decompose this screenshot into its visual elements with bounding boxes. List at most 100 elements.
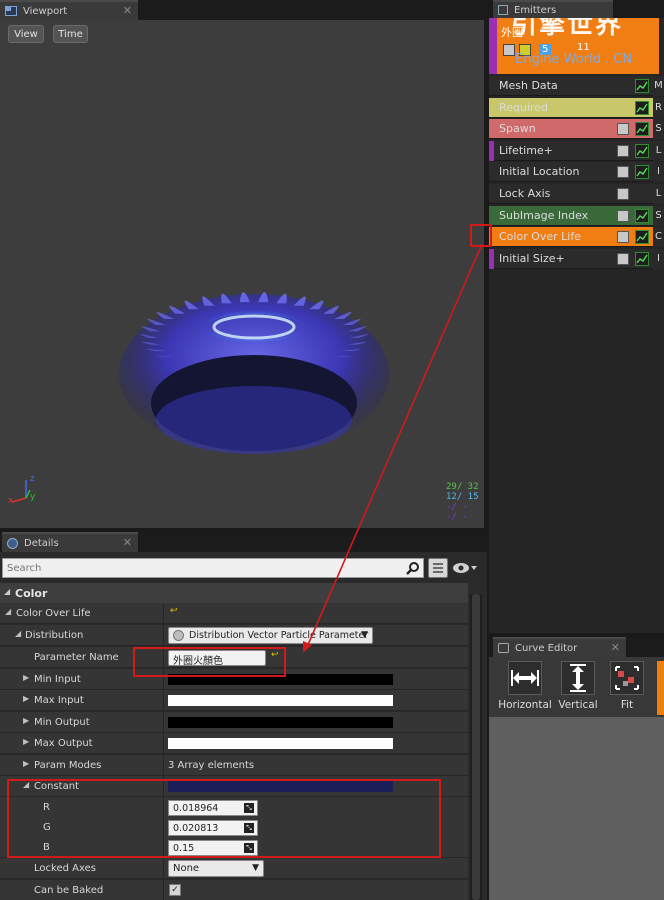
module-row[interactable]: Initial Location I	[489, 162, 664, 183]
module-side-label: L	[653, 184, 664, 204]
module-row[interactable]: Spawn S	[489, 119, 664, 140]
module-enable-checkbox[interactable]	[617, 123, 629, 136]
module-row[interactable]: Required R	[489, 97, 664, 118]
column-divider	[163, 603, 164, 624]
curve-editor-tab-label: Curve Editor	[515, 642, 578, 654]
expand-arrow-icon: ▶	[23, 759, 30, 768]
curve-graph-icon[interactable]	[635, 143, 649, 158]
category-color-header[interactable]: ◢ Color	[0, 583, 468, 603]
module-enable-checkbox[interactable]	[617, 166, 629, 179]
param-modes-label: Param Modes	[34, 760, 102, 771]
module-side-label: C	[653, 227, 664, 248]
module-row[interactable]: Lock Axis L	[489, 184, 664, 204]
search-input[interactable]	[3, 559, 423, 577]
row-max-input[interactable]: ▶ Max Input	[0, 690, 468, 711]
module-label: Spawn	[499, 122, 536, 136]
color-over-life-label: Color Over Life	[16, 608, 91, 619]
module-enable-checkbox[interactable]	[617, 209, 629, 222]
curve-graph-icon[interactable]	[635, 100, 649, 115]
curve-graph-icon[interactable]	[635, 165, 649, 180]
emitter-enable-checkbox[interactable]	[503, 44, 515, 56]
module-enable-checkbox[interactable]	[617, 231, 629, 244]
row-min-output[interactable]: ▶ Min Output	[0, 712, 468, 733]
fit-button[interactable]: Fit	[607, 661, 647, 715]
max-output-color-swatch[interactable]	[168, 738, 393, 749]
reset-to-default-icon[interactable]: ↩	[170, 606, 178, 616]
module-row[interactable]: Color Over Life C	[489, 227, 664, 248]
row-color-over-life[interactable]: ◢ Color Over Life ↩	[0, 603, 468, 624]
vertical-fit-button[interactable]: Vertical	[557, 661, 599, 715]
details-scrollbar[interactable]	[470, 594, 482, 900]
row-locked-axes[interactable]: Locked Axes None ▼	[0, 858, 468, 879]
search-icon[interactable]	[406, 561, 420, 575]
expand-arrow-icon: ▶	[23, 737, 30, 746]
curve-graph-icon[interactable]	[635, 79, 649, 93]
fit-label: Fit	[620, 699, 634, 711]
row-max-output[interactable]: ▶ Max Output	[0, 733, 468, 754]
row-param-modes[interactable]: ▶ Param Modes 3 Array elements	[0, 755, 468, 776]
can-be-baked-checkbox[interactable]: ✓	[169, 884, 181, 896]
curve-editor-toolbar: Horizontal Vertical Fit	[489, 657, 664, 717]
vertical-label: Vertical	[558, 699, 598, 711]
scrollbar-thumb[interactable]	[472, 594, 480, 900]
tab-curve-editor[interactable]: Curve Editor ✕	[493, 637, 626, 657]
module-row[interactable]: Mesh Data M	[489, 76, 664, 96]
curve-graph-area[interactable]	[489, 717, 664, 900]
emitters-tab-bar: Emitters	[489, 0, 664, 18]
time-button[interactable]: Time	[53, 25, 88, 43]
module-label: Required	[499, 100, 548, 114]
curve-graph-icon[interactable]	[635, 122, 649, 137]
view-button-label: View	[14, 28, 38, 40]
watermark-subtitle: Engine World . CN	[515, 52, 633, 67]
visibility-eye-icon[interactable]	[452, 560, 478, 576]
locked-axes-dropdown[interactable]: None ▼	[168, 860, 264, 877]
curve-graph-icon[interactable]	[635, 208, 649, 223]
distribution-type-icon	[173, 630, 184, 641]
column-divider	[163, 858, 164, 879]
column-divider	[163, 733, 164, 754]
watermark-title: 引擎世界	[511, 18, 624, 40]
module-enable-checkbox[interactable]	[617, 252, 629, 265]
view-button[interactable]: View	[8, 25, 44, 43]
module-color-strip	[489, 248, 494, 269]
axis-z-label: z	[30, 474, 35, 484]
tab-emitters[interactable]: Emitters	[493, 0, 613, 18]
row-can-be-baked[interactable]: Can be Baked ✓	[0, 880, 468, 900]
viewport-canvas[interactable]: View Time z x y 29/ 32 12/ 15 -/ - -/ -	[0, 20, 484, 528]
close-icon[interactable]: ✕	[123, 536, 132, 549]
horizontal-arrows-icon	[508, 661, 542, 695]
module-enable-checkbox[interactable]	[617, 144, 629, 157]
close-icon[interactable]: ✕	[611, 641, 620, 654]
axis-y-label: y	[30, 492, 36, 502]
module-enable-checkbox[interactable]	[617, 188, 629, 200]
curve-graph-icon[interactable]	[635, 230, 649, 245]
module-row[interactable]: SubImage Index S	[489, 205, 664, 226]
tab-viewport[interactable]: Viewport ✕	[0, 0, 138, 20]
module-row[interactable]: Lifetime+ L	[489, 140, 664, 161]
flame-effect-preview	[119, 292, 389, 454]
min-output-color-swatch[interactable]	[168, 717, 393, 728]
parameter-name-label: Parameter Name	[34, 652, 119, 663]
tab-details[interactable]: Details ✕	[2, 532, 138, 552]
emitters-tab-label: Emitters	[514, 4, 557, 16]
search-field[interactable]	[2, 558, 424, 578]
curve-toolbar-overflow[interactable]	[657, 661, 664, 715]
curve-editor-tab-icon	[498, 643, 509, 653]
module-row[interactable]: Initial Size+ I	[489, 248, 664, 269]
close-icon[interactable]: ✕	[123, 4, 132, 17]
emitters-panel: 外圈 5 11 引擎世界 Engine World . CN Mesh Data…	[489, 18, 664, 633]
distribution-dropdown[interactable]: Distribution Vector Particle Parameter ▼	[168, 627, 373, 644]
max-input-color-swatch[interactable]	[168, 695, 393, 706]
module-label: Mesh Data	[499, 79, 558, 92]
column-divider	[163, 880, 164, 900]
expand-arrow-icon: ◢	[5, 607, 12, 616]
horizontal-fit-button[interactable]: Horizontal	[497, 661, 553, 715]
curve-graph-icon[interactable]	[635, 251, 649, 266]
module-label: Lifetime+	[499, 143, 553, 157]
row-distribution[interactable]: ◢ Distribution Distribution Vector Parti…	[0, 625, 468, 646]
module-side-label: I	[653, 248, 664, 269]
column-divider	[163, 625, 164, 646]
property-matrix-icon[interactable]	[428, 558, 448, 578]
min-input-label: Min Input	[34, 674, 81, 685]
details-tab-bar: Details ✕	[0, 532, 487, 552]
